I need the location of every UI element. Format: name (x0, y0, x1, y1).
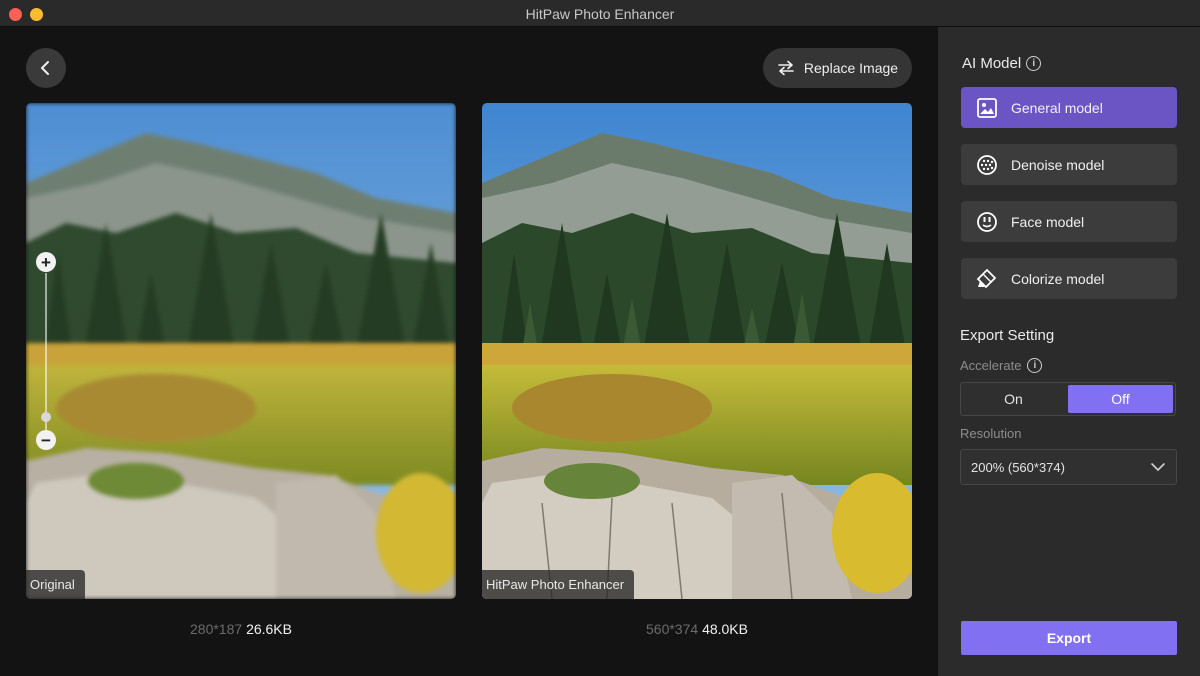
export-setting-heading: Export Setting (960, 327, 1054, 344)
resolution-heading: Resolution (960, 426, 1021, 441)
settings-sidebar: AI Model i General model Denoise model F… (938, 27, 1200, 676)
accelerate-on-option[interactable]: On (961, 383, 1066, 415)
accelerate-toggle[interactable]: On Off (960, 382, 1176, 416)
model-colorize[interactable]: Colorize model (961, 258, 1177, 299)
model-general[interactable]: General model (961, 87, 1177, 128)
original-file-size: 26.6KB (246, 621, 292, 637)
enhanced-preview[interactable]: HitPaw Photo Enhancer (482, 103, 912, 599)
enhanced-file-size: 48.0KB (702, 621, 748, 637)
accelerate-heading: Accelerate i (960, 358, 1043, 373)
back-button[interactable] (26, 48, 66, 88)
export-setting-title: Export Setting (960, 327, 1055, 344)
info-icon[interactable]: i (1027, 358, 1043, 373)
chevron-left-icon (41, 61, 49, 75)
accelerate-off-option[interactable]: Off (1068, 385, 1173, 413)
resolution-select[interactable]: 200% (560*374) (960, 449, 1177, 485)
model-face-label: Face model (1011, 213, 1085, 230)
model-colorize-label: Colorize model (1011, 270, 1105, 287)
resolution-value: 200% (560*374) (971, 459, 1065, 475)
ai-model-heading: AI Model i (962, 55, 1042, 72)
export-button[interactable]: Export (961, 621, 1177, 655)
original-dimensions: 280*187 (190, 621, 243, 637)
plus-icon: + (41, 252, 51, 272)
replace-image-button[interactable]: Replace Image (763, 48, 912, 88)
image-icon (975, 96, 999, 120)
zoom-in-button[interactable]: + (36, 252, 56, 272)
enhanced-dimensions: 560*374 (646, 621, 699, 637)
original-label: Original (26, 570, 85, 599)
ai-model-title: AI Model (962, 55, 1022, 72)
model-general-label: General model (1011, 99, 1103, 116)
face-icon (975, 210, 999, 234)
title-bar: HitPaw Photo Enhancer (0, 0, 1200, 27)
app-window: HitPaw Photo Enhancer Replace Image Orig… (0, 0, 1200, 676)
accelerate-label: Accelerate (960, 358, 1022, 373)
resolution-label: Resolution (960, 426, 1022, 441)
zoom-out-button[interactable]: − (36, 430, 56, 450)
chevron-down-icon (1151, 463, 1165, 471)
model-denoise[interactable]: Denoise model (961, 144, 1177, 185)
minus-icon: − (41, 430, 51, 450)
enhanced-photo (482, 103, 912, 599)
preview-area: Replace Image Original + − HitPaw Photo … (0, 27, 938, 676)
original-photo (26, 103, 456, 599)
info-icon[interactable]: i (1026, 56, 1042, 71)
window-title: HitPaw Photo Enhancer (525, 6, 675, 22)
model-denoise-label: Denoise model (1011, 156, 1105, 173)
original-info: 280*187 26.6KB (26, 621, 456, 637)
enhanced-info: 560*374 48.0KB (482, 621, 912, 637)
swap-arrows-icon (778, 60, 794, 76)
replace-image-label: Replace Image (803, 60, 899, 76)
zoom-slider-handle[interactable] (41, 412, 51, 422)
original-preview[interactable]: Original (26, 103, 456, 599)
model-face[interactable]: Face model (961, 201, 1177, 242)
enhanced-label: HitPaw Photo Enhancer (482, 570, 635, 599)
grid-circle-icon (975, 153, 999, 177)
paint-bucket-icon (975, 267, 999, 291)
